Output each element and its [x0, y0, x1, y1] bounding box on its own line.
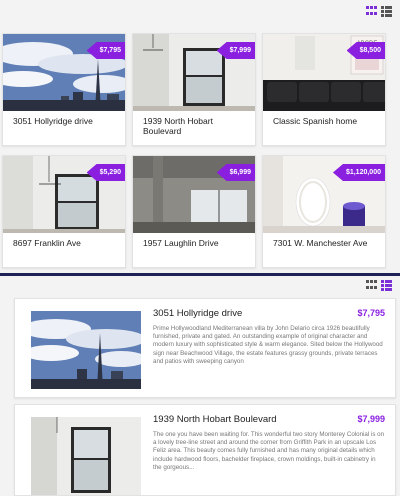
listing-description: The one you have been waiting for. This …	[153, 431, 385, 471]
list-view-icon[interactable]	[381, 6, 392, 17]
list-view-section: 3051 Hollyridge drive $7,795 Prime Holly…	[0, 276, 400, 496]
view-toggle	[366, 6, 392, 17]
listing-card[interactable]: $7,999 1939 North Hobart Boulevard	[132, 33, 256, 146]
listing-title[interactable]: 1957 Laughlin Drive	[143, 238, 251, 248]
listing-title[interactable]: 3051 Hollyridge drive	[13, 116, 121, 126]
listing-price: $7,795	[357, 308, 385, 318]
listing-title[interactable]: 8697 Franklin Ave	[13, 238, 121, 248]
listing-title[interactable]: 1939 North Hobart Boulevard	[143, 116, 251, 136]
grid-view-icon[interactable]	[366, 6, 377, 17]
listing-title[interactable]: 1939 North Hobart Boulevard	[153, 414, 277, 425]
listing-price: $7,999	[357, 414, 385, 424]
listing-card[interactable]: ABCDE $8,500 Classic Spanish home	[262, 33, 386, 146]
listing-card[interactable]: $6,999 1957 Laughlin Drive	[132, 155, 256, 268]
grid-view-section: $7,795 3051 Hollyridge drive $7,999 1939…	[0, 0, 400, 272]
view-toggle	[366, 280, 392, 291]
listing-card[interactable]: $7,795 3051 Hollyridge drive	[2, 33, 126, 146]
listing-card[interactable]: $1,120,000 7301 W. Manchester Ave	[262, 155, 386, 268]
listing-description: Prime Hollywoodland Mediterranean villa …	[153, 325, 383, 365]
grid-view-icon[interactable]	[366, 280, 377, 291]
listing-photo[interactable]	[31, 311, 141, 389]
listing-title[interactable]: 7301 W. Manchester Ave	[273, 238, 381, 248]
list-item[interactable]: 1939 North Hobart Boulevard $7,999 The o…	[14, 404, 396, 496]
price-tag: $1,120,000	[332, 164, 385, 181]
list-item[interactable]: 3051 Hollyridge drive $7,795 Prime Holly…	[14, 298, 396, 398]
listing-card[interactable]: $5,290 8697 Franklin Ave	[2, 155, 126, 268]
listing-title[interactable]: Classic Spanish home	[273, 116, 381, 126]
list-view-icon[interactable]	[381, 280, 392, 291]
listing-photo[interactable]	[31, 417, 141, 495]
listing-title[interactable]: 3051 Hollyridge drive	[153, 308, 242, 319]
